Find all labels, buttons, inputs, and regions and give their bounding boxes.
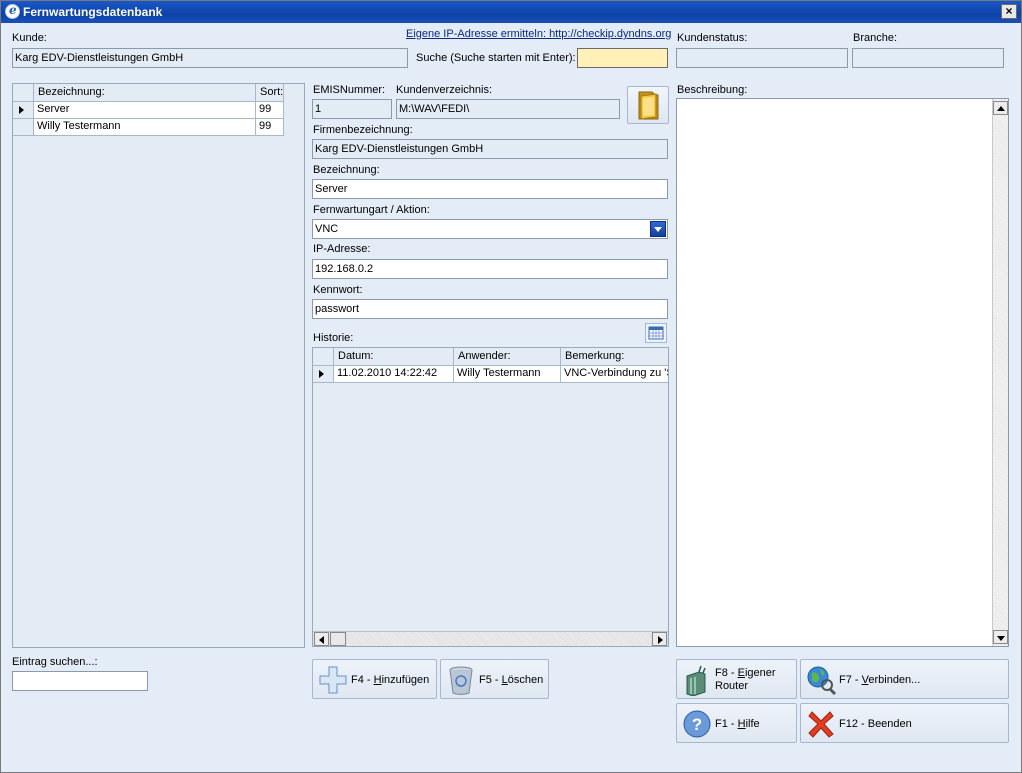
- arrow-right-icon: [658, 636, 663, 644]
- kundenstatus-label: Kundenstatus:: [677, 32, 748, 44]
- emis-field[interactable]: 1: [312, 99, 392, 119]
- help-button-label: F1 - Hilfe: [715, 718, 760, 730]
- add-button-label: F4 - Hinzufügen: [351, 674, 430, 686]
- ip-check-link[interactable]: Eigene IP-Adresse ermitteln: http://chec…: [406, 28, 671, 40]
- table-row-bezeichnung[interactable]: Willy Testermann: [34, 119, 256, 136]
- vertical-scrollbar[interactable]: [992, 99, 1008, 646]
- kundenstatus-field[interactable]: [676, 48, 848, 68]
- historie-label: Historie:: [313, 332, 354, 344]
- table-row-bezeichnung[interactable]: Server: [34, 102, 256, 119]
- bezeichnung-label: Bezeichnung:: [313, 164, 380, 176]
- router-button-label-line2: Router: [715, 680, 749, 692]
- kunde-field[interactable]: Karg EDV-Dienstleistungen GmbH: [12, 48, 408, 68]
- calendar-icon: [648, 326, 664, 340]
- scroll-track[interactable]: [347, 632, 651, 646]
- current-row-arrow-icon: [319, 370, 324, 378]
- kundenverzeichnis-field[interactable]: M:\WAV\FEDI\: [396, 99, 620, 119]
- help-button[interactable]: ? F1 - Hilfe: [676, 703, 797, 743]
- entry-search-label: Eintrag suchen...:: [12, 656, 98, 668]
- scroll-thumb[interactable]: [330, 632, 346, 646]
- entries-grid[interactable]: Bezeichnung: Sort: Server 99 Willy Teste…: [12, 83, 305, 648]
- branche-field[interactable]: [852, 48, 1004, 68]
- column-header-anwender[interactable]: Anwender:: [454, 348, 561, 366]
- dropdown-button[interactable]: [650, 221, 666, 237]
- scroll-down-button[interactable]: [993, 630, 1008, 644]
- calendar-button[interactable]: [645, 323, 667, 343]
- kennwort-input[interactable]: passwort: [312, 299, 668, 319]
- add-button[interactable]: F4 - Hinzufügen: [312, 659, 437, 699]
- open-folder-button[interactable]: [627, 86, 669, 124]
- kundenverzeichnis-label: Kundenverzeichnis:: [396, 84, 493, 96]
- scroll-up-button[interactable]: [993, 101, 1008, 115]
- emis-label: EMISNummer:: [313, 84, 386, 96]
- app-icon: [5, 3, 20, 19]
- router-button[interactable]: F8 - Eigener Router: [676, 659, 797, 699]
- router-button-label-line1: F8 - Eigener: [715, 667, 776, 679]
- folder-icon: [638, 91, 659, 120]
- entry-search-input[interactable]: [12, 671, 148, 691]
- close-button[interactable]: ×: [1001, 4, 1017, 19]
- connect-button[interactable]: F7 - Verbinden...: [800, 659, 1009, 699]
- row-indicator[interactable]: [313, 366, 334, 383]
- kennwort-label: Kennwort:: [313, 284, 363, 296]
- beschreibung-label: Beschreibung:: [677, 84, 748, 96]
- connect-button-label: F7 - Verbinden...: [839, 674, 921, 686]
- kunde-label: Kunde:: [12, 32, 47, 44]
- history-row-datum[interactable]: 11.02.2010 14:22:42: [334, 366, 454, 383]
- row-indicator[interactable]: [13, 119, 34, 136]
- arrow-left-icon: [319, 636, 324, 644]
- grid-corner: [13, 84, 34, 102]
- window-title: Fernwartungsdatenbank: [23, 5, 163, 19]
- search-label: Suche (Suche starten mit Enter):: [416, 52, 576, 64]
- globe-connect-icon: [807, 666, 837, 696]
- horizontal-scrollbar[interactable]: [313, 631, 668, 646]
- bezeichnung-input[interactable]: Server: [312, 179, 668, 199]
- search-input[interactable]: [577, 48, 668, 68]
- firmenbezeichnung-label: Firmenbezeichnung:: [313, 124, 413, 136]
- main-window: Fernwartungsdatenbank × Kunde: Karg EDV-…: [0, 0, 1022, 773]
- table-row-sort[interactable]: 99: [256, 119, 284, 136]
- trash-icon: [449, 666, 473, 695]
- history-grid[interactable]: Datum: Anwender: Bemerkung: 11.02.2010 1…: [312, 347, 669, 647]
- delete-button-label: F5 - Löschen: [479, 674, 544, 686]
- ip-address-label: IP-Adresse:: [313, 243, 371, 255]
- table-row-sort[interactable]: 99: [256, 102, 284, 119]
- row-indicator[interactable]: [13, 102, 34, 119]
- red-x-icon: [808, 711, 834, 738]
- history-row-anwender[interactable]: Willy Testermann: [454, 366, 561, 383]
- column-header-sort[interactable]: Sort:: [256, 84, 284, 102]
- exit-button[interactable]: F12 - Beenden: [800, 703, 1009, 743]
- beschreibung-textarea[interactable]: [676, 98, 1009, 647]
- column-header-datum[interactable]: Datum:: [334, 348, 454, 366]
- branche-label: Branche:: [853, 32, 898, 44]
- chevron-down-icon: [654, 227, 662, 232]
- column-header-bezeichnung[interactable]: Bezeichnung:: [34, 84, 256, 102]
- history-row-bemerkung[interactable]: VNC-Verbindung zu 'S: [561, 366, 668, 383]
- current-row-arrow-icon: [19, 106, 24, 114]
- help-icon: ?: [683, 710, 711, 738]
- fernwartungsart-label: Fernwartungart / Aktion:: [313, 204, 430, 216]
- arrow-up-icon: [997, 106, 1005, 111]
- title-bar[interactable]: Fernwartungsdatenbank ×: [1, 1, 1021, 23]
- scroll-left-button[interactable]: [314, 632, 329, 646]
- fernwartungsart-select[interactable]: VNC: [312, 219, 668, 239]
- svg-text:?: ?: [692, 715, 702, 734]
- router-icon: [686, 665, 706, 696]
- plus-icon: [319, 666, 347, 694]
- exit-button-label: F12 - Beenden: [839, 718, 912, 730]
- fernwartungsart-value: VNC: [315, 223, 339, 235]
- arrow-down-icon: [997, 636, 1005, 641]
- grid-corner: [313, 348, 334, 366]
- firmenbezeichnung-field[interactable]: Karg EDV-Dienstleistungen GmbH: [312, 139, 668, 159]
- delete-button[interactable]: F5 - Löschen: [440, 659, 549, 699]
- column-header-bemerkung[interactable]: Bemerkung:: [561, 348, 668, 366]
- scroll-right-button[interactable]: [652, 632, 667, 646]
- ip-address-input[interactable]: 192.168.0.2: [312, 259, 668, 279]
